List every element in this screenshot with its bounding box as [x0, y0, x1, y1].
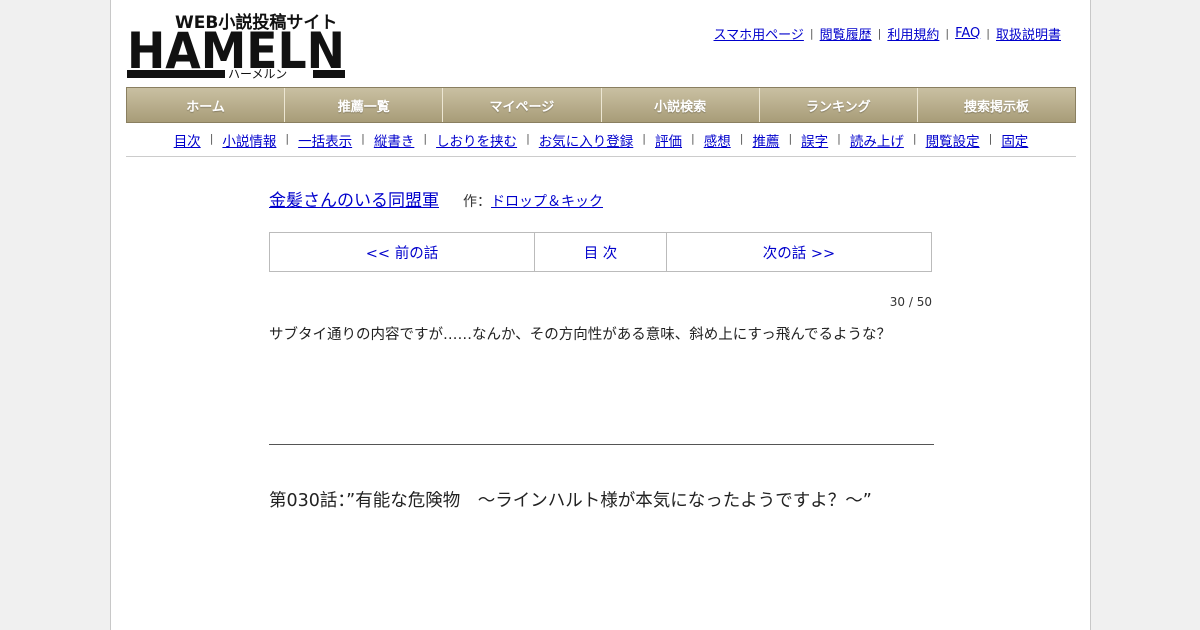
subnav-comments[interactable]: 感想	[704, 130, 731, 150]
header-links: スマホ用ページ | 閲覧履歴 | 利用規約 | FAQ | 取扱説明書	[713, 24, 1061, 43]
nav-recommendations[interactable]: 推薦一覧	[285, 88, 444, 122]
novel-title-link[interactable]: 金髪さんのいる同盟軍	[269, 186, 439, 211]
subnav-recommend[interactable]: 推薦	[752, 130, 779, 150]
header-link-manual[interactable]: 取扱説明書	[996, 24, 1061, 43]
subnav-fixed[interactable]: 固定	[1001, 130, 1028, 150]
subnav-vertical[interactable]: 縦書き	[374, 130, 415, 150]
next-episode-link[interactable]: 次の話 >>	[667, 233, 931, 271]
subnav-toc[interactable]: 目次	[174, 130, 201, 150]
toc-link[interactable]: 目 次	[535, 233, 667, 271]
episode-nav: << 前の話 目 次 次の話 >>	[269, 232, 932, 272]
nav-ranking[interactable]: ランキング	[759, 88, 918, 122]
sub-nav: 目次 | 小説情報 | 一括表示 | 縦書き | しおりを挟む | お気に入り登…	[126, 130, 1076, 157]
chapter-title: 第030話：”有能な危険物 ～ラインハルト様が本気になったようですよ？～”	[269, 491, 872, 511]
prev-episode-link[interactable]: << 前の話	[270, 233, 535, 271]
header-link-terms[interactable]: 利用規約	[887, 24, 939, 43]
nav-novel-search[interactable]: 小説検索	[601, 88, 760, 122]
logo-kana: ハーメルン	[228, 67, 287, 80]
nav-search-board[interactable]: 捜索掲示板	[917, 88, 1076, 122]
episode-preface: サブタイ通りの内容ですが……なんか、その方向性がある意味、斜め上にすっ飛んでるよ…	[269, 327, 892, 343]
subnav-novel-info[interactable]: 小説情報	[222, 130, 276, 150]
novel-title-row: 金髪さんのいる同盟軍 作： ドロップ＆キック	[269, 186, 603, 211]
page-container: WEB小説投稿サイト HAMELN ハーメルン スマホ用ページ | 閲覧履歴 |…	[110, 0, 1091, 630]
episode-counter: 30 / 50	[889, 295, 932, 309]
subnav-read-aloud[interactable]: 読み上げ	[850, 130, 904, 150]
subnav-view-settings[interactable]: 閲覧設定	[926, 130, 980, 150]
header-link-history[interactable]: 閲覧履歴	[820, 24, 872, 43]
subnav-bookmark[interactable]: しおりを挟む	[436, 130, 517, 150]
header-link-faq[interactable]: FAQ	[955, 26, 980, 41]
subnav-typo[interactable]: 誤字	[801, 130, 828, 150]
subnav-show-all[interactable]: 一括表示	[298, 130, 352, 150]
nav-home[interactable]: ホーム	[127, 88, 286, 122]
preface-divider	[269, 444, 934, 445]
subnav-rating[interactable]: 評価	[655, 130, 682, 150]
nav-mypage[interactable]: マイページ	[443, 88, 602, 122]
header-link-smartphone[interactable]: スマホ用ページ	[714, 24, 804, 43]
author-label: 作：	[463, 194, 491, 210]
main-nav: ホーム 推薦一覧 マイページ 小説検索 ランキング 捜索掲示板	[126, 87, 1076, 123]
subnav-favorite[interactable]: お気に入り登録	[539, 130, 634, 150]
site-logo[interactable]: WEB小説投稿サイト HAMELN ハーメルン	[127, 10, 347, 80]
author-link[interactable]: ドロップ＆キック	[491, 191, 603, 211]
